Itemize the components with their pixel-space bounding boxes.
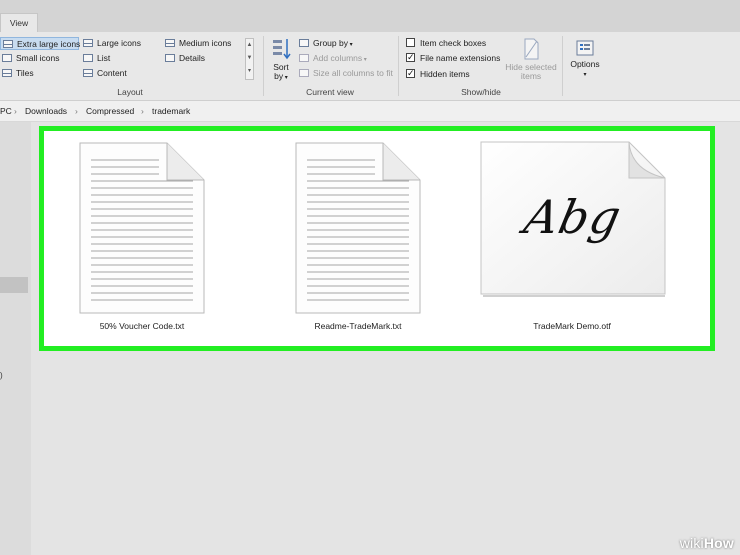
medium-icons-icon bbox=[165, 39, 175, 47]
content-icon bbox=[83, 69, 93, 77]
breadcrumb-separator: › bbox=[75, 106, 78, 116]
layout-large-icons[interactable]: Large icons bbox=[83, 37, 141, 50]
hide-selected-items-button[interactable]: Hide selected items bbox=[502, 37, 560, 81]
small-icons-icon bbox=[2, 54, 12, 62]
file-name-font[interactable]: TradeMark Demo.otf bbox=[472, 321, 672, 331]
layout-group-label: Layout bbox=[117, 87, 143, 97]
options-button[interactable]: Options ▾ bbox=[567, 38, 603, 80]
add-columns-icon bbox=[299, 54, 309, 62]
file-name-extensions-checkbox[interactable] bbox=[406, 51, 415, 64]
navigation-partial-text: ) bbox=[0, 371, 3, 380]
file-item-font[interactable]: Abg bbox=[479, 140, 669, 302]
extra-large-icons-icon bbox=[3, 40, 13, 48]
text-document-icon bbox=[295, 142, 421, 314]
breadcrumb-compressed[interactable]: Compressed bbox=[86, 106, 134, 116]
layout-list[interactable]: List bbox=[83, 52, 110, 65]
layout-scroll-more[interactable]: ▲ ▼ ▾ bbox=[245, 38, 254, 80]
layout-medium-icons[interactable]: Medium icons bbox=[165, 37, 231, 50]
ribbon-separator bbox=[398, 36, 399, 96]
item-check-boxes-toggle[interactable]: Item check boxes bbox=[406, 37, 486, 50]
breadcrumb-downloads[interactable]: Downloads bbox=[25, 106, 67, 116]
layout-extra-large-icons[interactable]: Extra large icons bbox=[0, 37, 80, 50]
text-document-icon bbox=[79, 142, 205, 314]
size-all-columns-button[interactable]: Size all columns to fit bbox=[299, 67, 393, 80]
options-icon bbox=[576, 40, 594, 56]
wikihow-watermark: wikiHow bbox=[679, 535, 734, 551]
layout-content[interactable]: Content bbox=[83, 67, 127, 80]
file-name-voucher[interactable]: 50% Voucher Code.txt bbox=[42, 321, 242, 331]
hide-selected-icon bbox=[524, 38, 539, 60]
current-view-group-label: Current view bbox=[306, 87, 354, 97]
breadcrumb-separator: › bbox=[14, 106, 17, 116]
navigation-pane[interactable] bbox=[0, 122, 31, 555]
layout-details[interactable]: Details bbox=[165, 52, 205, 65]
navigation-selected-item[interactable] bbox=[0, 277, 28, 293]
file-name-readme[interactable]: Readme-TradeMark.txt bbox=[258, 321, 458, 331]
layout-tiles[interactable]: Tiles bbox=[2, 67, 34, 80]
list-icon bbox=[83, 54, 93, 62]
ribbon-tab-bar: View bbox=[0, 0, 740, 33]
file-name-extensions-toggle[interactable]: File name extensions bbox=[406, 51, 500, 65]
group-by-icon bbox=[299, 39, 309, 47]
group-by-button[interactable]: Group by ▾ bbox=[299, 37, 353, 50]
file-item-voucher[interactable] bbox=[79, 142, 205, 316]
show-hide-group-label: Show/hide bbox=[461, 87, 501, 97]
tiles-icon bbox=[2, 69, 12, 77]
sort-by-icon bbox=[273, 39, 291, 60]
font-preview-text: Abg bbox=[519, 190, 627, 244]
sort-by-button[interactable]: Sort by ▾ bbox=[270, 37, 292, 83]
details-icon bbox=[165, 54, 175, 62]
breadcrumb-trademark[interactable]: trademark bbox=[152, 106, 190, 116]
add-columns-button[interactable]: Add columns ▾ bbox=[299, 52, 367, 65]
hidden-items-toggle[interactable]: Hidden items bbox=[406, 67, 470, 81]
hidden-items-checkbox[interactable] bbox=[406, 67, 415, 80]
breadcrumb-pc[interactable]: PC bbox=[0, 106, 12, 116]
tab-view[interactable]: View bbox=[0, 13, 38, 33]
layout-small-icons[interactable]: Small icons bbox=[2, 52, 59, 65]
breadcrumb-separator: › bbox=[141, 106, 144, 116]
large-icons-icon bbox=[83, 39, 93, 47]
ribbon-separator bbox=[562, 36, 563, 96]
ribbon-separator bbox=[263, 36, 264, 96]
file-item-readme[interactable] bbox=[295, 142, 421, 316]
sort-by-label: Sort by ▾ bbox=[273, 62, 289, 82]
size-columns-icon bbox=[299, 69, 309, 77]
item-check-boxes-checkbox[interactable] bbox=[406, 38, 415, 47]
